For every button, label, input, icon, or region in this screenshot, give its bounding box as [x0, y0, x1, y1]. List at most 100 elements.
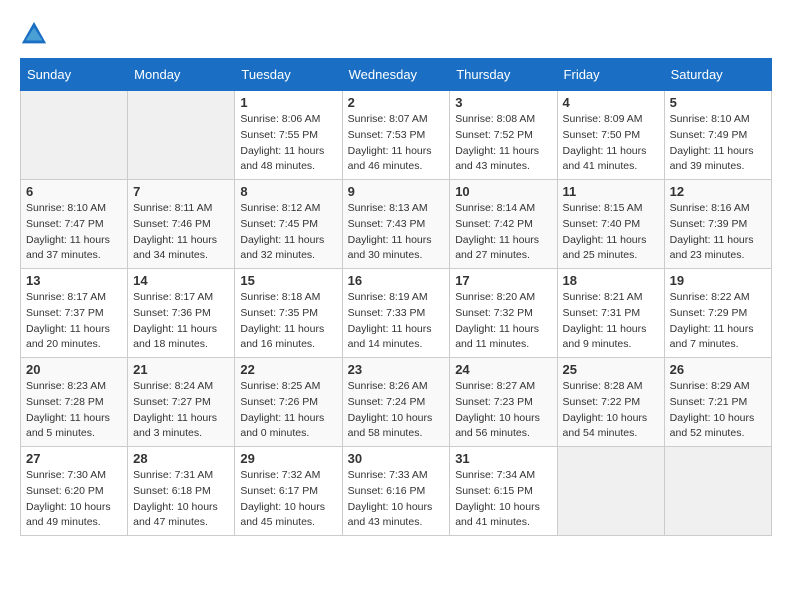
day-number: 17 [455, 273, 551, 288]
day-number: 8 [240, 184, 336, 199]
day-cell: 16 Sunrise: 8:19 AMSunset: 7:33 PMDayligh… [342, 269, 450, 358]
day-cell: 2Sunrise: 8:07 AMSunset: 7:53 PMDaylight… [342, 91, 450, 180]
day-info: Sunrise: 8:09 AMSunset: 7:50 PMDaylight:… [563, 112, 659, 175]
day-cell: 19 Sunrise: 8:22 AMSunset: 7:29 PMDayligh… [664, 269, 771, 358]
day-info: Sunrise: 8:27 AMSunset: 7:23 PMDaylight:… [455, 379, 551, 442]
week-row-1: 1 Sunrise: 8:06 AMSunset: 7:55 PMDaylight… [21, 91, 772, 180]
page-header [20, 20, 772, 48]
day-number: 22 [240, 362, 336, 377]
day-number: 28 [133, 451, 229, 466]
day-info: Sunrise: 8:17 AMSunset: 7:37 PMDaylight:… [26, 290, 122, 353]
day-info: Sunrise: 8:10 AMSunset: 7:49 PMDaylight:… [670, 112, 766, 175]
day-info: Sunrise: 8:29 AMSunset: 7:21 PMDaylight:… [670, 379, 766, 442]
day-number: 18 [563, 273, 659, 288]
day-number: 25 [563, 362, 659, 377]
day-number: 3 [455, 95, 551, 110]
weekday-header-tuesday: Tuesday [235, 59, 342, 91]
day-number: 23 [348, 362, 445, 377]
day-info: Sunrise: 8:22 AMSunset: 7:29 PMDaylight:… [670, 290, 766, 353]
day-cell [664, 447, 771, 536]
day-info: Sunrise: 8:19 AMSunset: 7:33 PMDaylight:… [348, 290, 445, 353]
day-number: 19 [670, 273, 766, 288]
day-cell: 23 Sunrise: 8:26 AMSunset: 7:24 PMDayligh… [342, 358, 450, 447]
day-number: 10 [455, 184, 551, 199]
day-number: 15 [240, 273, 336, 288]
day-info: Sunrise: 8:25 AMSunset: 7:26 PMDaylight:… [240, 379, 336, 442]
day-cell [128, 91, 235, 180]
day-number: 31 [455, 451, 551, 466]
day-cell: 5 Sunrise: 8:10 AMSunset: 7:49 PMDaylight… [664, 91, 771, 180]
day-info: Sunrise: 8:10 AMSunset: 7:47 PMDaylight:… [26, 201, 122, 264]
day-cell: 15Sunrise: 8:18 AMSunset: 7:35 PMDayligh… [235, 269, 342, 358]
day-cell: 3 Sunrise: 8:08 AMSunset: 7:52 PMDaylight… [450, 91, 557, 180]
day-number: 20 [26, 362, 122, 377]
day-info: Sunrise: 8:16 AMSunset: 7:39 PMDaylight:… [670, 201, 766, 264]
weekday-header-wednesday: Wednesday [342, 59, 450, 91]
day-cell: 25 Sunrise: 8:28 AMSunset: 7:22 PMDayligh… [557, 358, 664, 447]
day-cell: 11 Sunrise: 8:15 AMSunset: 7:40 PMDayligh… [557, 180, 664, 269]
day-number: 12 [670, 184, 766, 199]
day-info: Sunrise: 8:24 AMSunset: 7:27 PMDaylight:… [133, 379, 229, 442]
day-info: Sunrise: 8:23 AMSunset: 7:28 PMDaylight:… [26, 379, 122, 442]
day-info: Sunrise: 8:06 AMSunset: 7:55 PMDaylight:… [240, 112, 336, 175]
day-cell: 27Sunrise: 7:30 AMSunset: 6:20 PMDayligh… [21, 447, 128, 536]
day-info: Sunrise: 7:33 AMSunset: 6:16 PMDaylight:… [348, 468, 445, 531]
day-info: Sunrise: 8:14 AMSunset: 7:42 PMDaylight:… [455, 201, 551, 264]
week-row-5: 27Sunrise: 7:30 AMSunset: 6:20 PMDayligh… [21, 447, 772, 536]
week-row-4: 20 Sunrise: 8:23 AMSunset: 7:28 PMDayligh… [21, 358, 772, 447]
day-cell: 8 Sunrise: 8:12 AMSunset: 7:45 PMDaylight… [235, 180, 342, 269]
day-info: Sunrise: 8:12 AMSunset: 7:45 PMDaylight:… [240, 201, 336, 264]
day-info: Sunrise: 8:15 AMSunset: 7:40 PMDaylight:… [563, 201, 659, 264]
day-cell: 4 Sunrise: 8:09 AMSunset: 7:50 PMDaylight… [557, 91, 664, 180]
day-number: 4 [563, 95, 659, 110]
day-cell: 14 Sunrise: 8:17 AMSunset: 7:36 PMDayligh… [128, 269, 235, 358]
weekday-header-monday: Monday [128, 59, 235, 91]
week-row-2: 6 Sunrise: 8:10 AMSunset: 7:47 PMDaylight… [21, 180, 772, 269]
day-cell: 20 Sunrise: 8:23 AMSunset: 7:28 PMDayligh… [21, 358, 128, 447]
day-info: Sunrise: 8:21 AMSunset: 7:31 PMDaylight:… [563, 290, 659, 353]
day-info: Sunrise: 7:32 AMSunset: 6:17 PMDaylight:… [240, 468, 336, 531]
day-cell: 28 Sunrise: 7:31 AMSunset: 6:18 PMDayligh… [128, 447, 235, 536]
day-cell: 21 Sunrise: 8:24 AMSunset: 7:27 PMDayligh… [128, 358, 235, 447]
day-number: 6 [26, 184, 122, 199]
day-cell: 6 Sunrise: 8:10 AMSunset: 7:47 PMDaylight… [21, 180, 128, 269]
weekday-header-sunday: Sunday [21, 59, 128, 91]
day-cell: 7Sunrise: 8:11 AMSunset: 7:46 PMDaylight… [128, 180, 235, 269]
day-cell [557, 447, 664, 536]
day-cell: 1 Sunrise: 8:06 AMSunset: 7:55 PMDaylight… [235, 91, 342, 180]
day-number: 2 [348, 95, 445, 110]
day-cell [21, 91, 128, 180]
logo-icon [20, 20, 48, 48]
day-cell: 29 Sunrise: 7:32 AMSunset: 6:17 PMDayligh… [235, 447, 342, 536]
day-info: Sunrise: 8:13 AMSunset: 7:43 PMDaylight:… [348, 201, 445, 264]
day-info: Sunrise: 7:30 AMSunset: 6:20 PMDaylight:… [26, 468, 122, 531]
day-number: 21 [133, 362, 229, 377]
day-number: 30 [348, 451, 445, 466]
day-number: 1 [240, 95, 336, 110]
weekday-header-thursday: Thursday [450, 59, 557, 91]
day-number: 9 [348, 184, 445, 199]
day-cell: 26Sunrise: 8:29 AMSunset: 7:21 PMDayligh… [664, 358, 771, 447]
day-cell: 18 Sunrise: 8:21 AMSunset: 7:31 PMDayligh… [557, 269, 664, 358]
day-info: Sunrise: 8:20 AMSunset: 7:32 PMDaylight:… [455, 290, 551, 353]
day-number: 13 [26, 273, 122, 288]
day-info: Sunrise: 8:28 AMSunset: 7:22 PMDaylight:… [563, 379, 659, 442]
day-number: 29 [240, 451, 336, 466]
weekday-header-saturday: Saturday [664, 59, 771, 91]
day-cell: 9 Sunrise: 8:13 AMSunset: 7:43 PMDaylight… [342, 180, 450, 269]
day-number: 7 [133, 184, 229, 199]
day-cell: 10 Sunrise: 8:14 AMSunset: 7:42 PMDayligh… [450, 180, 557, 269]
day-cell: 30 Sunrise: 7:33 AMSunset: 6:16 PMDayligh… [342, 447, 450, 536]
day-info: Sunrise: 7:31 AMSunset: 6:18 PMDaylight:… [133, 468, 229, 531]
calendar-table: SundayMondayTuesdayWednesdayThursdayFrid… [20, 58, 772, 536]
day-number: 5 [670, 95, 766, 110]
day-cell: 31Sunrise: 7:34 AMSunset: 6:15 PMDayligh… [450, 447, 557, 536]
week-row-3: 13 Sunrise: 8:17 AMSunset: 7:37 PMDayligh… [21, 269, 772, 358]
day-info: Sunrise: 8:17 AMSunset: 7:36 PMDaylight:… [133, 290, 229, 353]
day-number: 16 [348, 273, 445, 288]
day-info: Sunrise: 8:26 AMSunset: 7:24 PMDaylight:… [348, 379, 445, 442]
day-info: Sunrise: 8:08 AMSunset: 7:52 PMDaylight:… [455, 112, 551, 175]
day-cell: 12 Sunrise: 8:16 AMSunset: 7:39 PMDayligh… [664, 180, 771, 269]
day-number: 11 [563, 184, 659, 199]
day-number: 14 [133, 273, 229, 288]
